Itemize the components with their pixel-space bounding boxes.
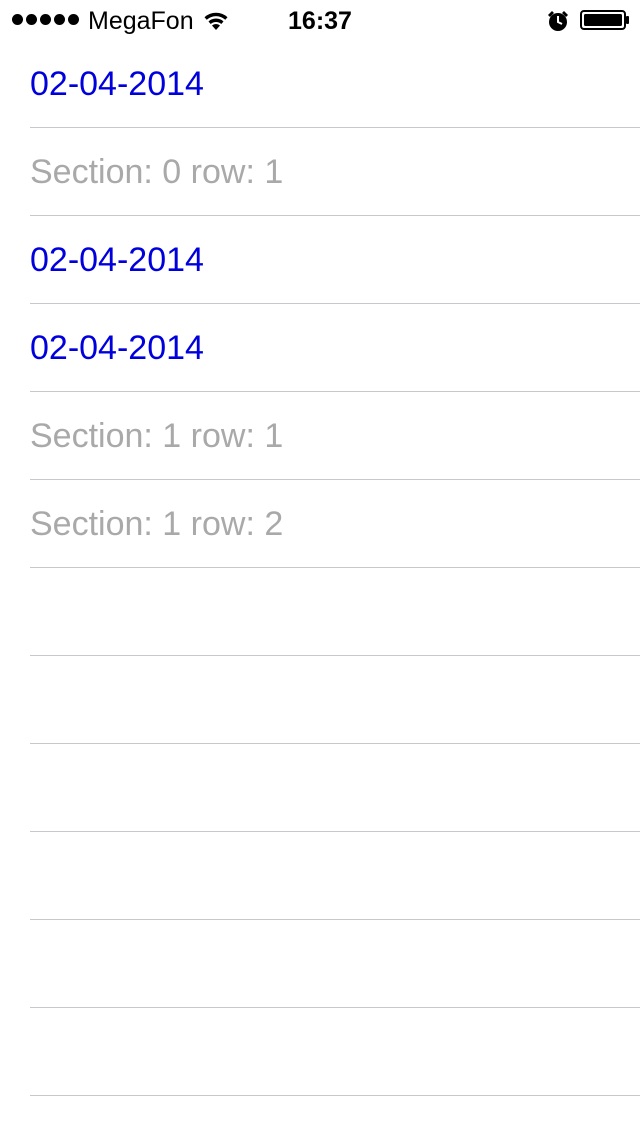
row-label: Section: 0 row: 1 [30, 153, 284, 191]
empty-table-row [30, 832, 640, 920]
row-label: Section: 1 row: 1 [30, 417, 284, 455]
empty-table-row [30, 744, 640, 832]
empty-table-row [30, 1008, 640, 1096]
table-row[interactable]: Section: 1 row: 2 [30, 480, 640, 568]
row-label: 02-04-2014 [30, 65, 204, 103]
screen: MegaFon 16:37 02-04-2014 Section: 0 row: … [0, 0, 640, 1136]
battery-icon [580, 10, 629, 30]
table-row[interactable]: 02-04-2014 [30, 40, 640, 128]
alarm-icon [548, 11, 568, 31]
row-label: 02-04-2014 [30, 329, 204, 367]
table-row[interactable]: 02-04-2014 [30, 304, 640, 392]
table-row[interactable]: Section: 0 row: 1 [30, 128, 640, 216]
empty-table-row [30, 568, 640, 656]
empty-table-row [30, 656, 640, 744]
table-row[interactable]: 02-04-2014 [30, 216, 640, 304]
empty-table-row [30, 920, 640, 1008]
status-time: 16:37 [288, 7, 352, 35]
status-bar: MegaFon 16:37 [0, 0, 640, 40]
table-view[interactable]: 02-04-2014 Section: 0 row: 1 02-04-2014 02-… [0, 40, 640, 1096]
row-label: Section: 1 row: 2 [30, 505, 284, 543]
table-row[interactable]: Section: 1 row: 1 [30, 392, 640, 480]
row-label: 02-04-2014 [30, 241, 204, 279]
